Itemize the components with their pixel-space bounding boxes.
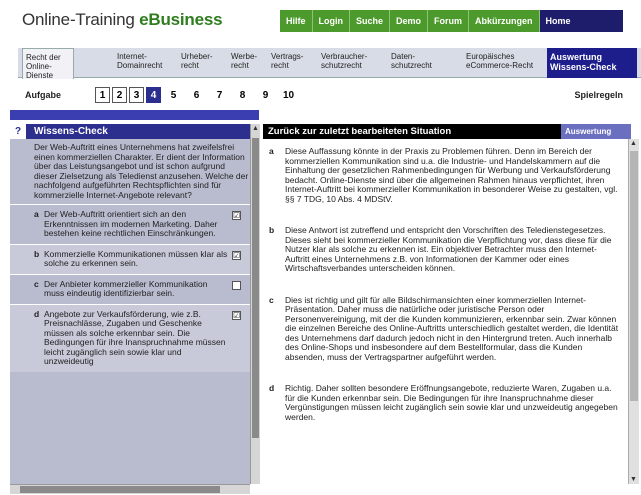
page-9[interactable]: 9 — [255, 87, 276, 103]
option-b-checkbox[interactable]: ☑ — [232, 250, 241, 260]
help-icon[interactable]: ? — [10, 124, 26, 139]
option-d-checkbox[interactable]: ☑ — [232, 310, 241, 320]
option-text: Kommerzielle Kommunikationen müssen klar… — [44, 248, 228, 268]
feedback-letter: b — [269, 225, 275, 235]
spielregeln-link[interactable]: Spielregeln — [574, 90, 623, 100]
page-4-current[interactable]: 4 — [146, 87, 161, 103]
nav-abkuerzungen[interactable]: Abkürzungen — [469, 10, 540, 32]
feedback-text: Diese Antwort ist zutreffend und entspri… — [285, 225, 612, 273]
option-letter: d — [34, 308, 40, 319]
page-7[interactable]: 7 — [209, 87, 230, 103]
option-a: a Der Web-Auftritt orientiert sich an de… — [10, 204, 259, 244]
option-c-checkbox[interactable] — [232, 280, 241, 290]
option-text: Der Web-Auftritt orientiert sich an den … — [44, 209, 218, 238]
option-d: d Angebote zur Verkaufsförderung, wie z.… — [10, 303, 259, 372]
option-text: Angebote zur Verkaufsförderung, wie z.B.… — [44, 308, 226, 366]
option-text: Der Anbieter kommerzieller Kommunikation… — [44, 278, 208, 298]
header: Online-Training eBusiness Hilfe Login Su… — [0, 0, 641, 38]
tab-internet-domainrecht[interactable]: Internet-Domainrecht — [114, 48, 170, 78]
tab-verbraucherschutzrecht[interactable]: Verbraucher-schutzrecht — [318, 48, 378, 78]
tab-europaeisches-ecommerce-recht[interactable]: Europäisches eCommerce-Recht — [463, 48, 541, 78]
page-2[interactable]: 2 — [112, 87, 127, 103]
option-b: b Kommerzielle Kommunikationen müssen kl… — [10, 243, 259, 274]
auswertung-tag[interactable]: Auswertung — [561, 124, 631, 139]
scroll-up-icon[interactable]: ▲ — [252, 125, 259, 132]
feedback-text: Richtig. Daher sollten besondere Eröffnu… — [285, 383, 618, 422]
feedback-d: d Richtig. Daher sollten besondere Eröff… — [263, 370, 628, 430]
nav-login[interactable]: Login — [312, 10, 351, 32]
question-text: Der Web-Auftritt eines Unternehmens hat … — [34, 142, 249, 200]
tab-auswertung-wissens-check[interactable]: Auswertung Wissens-Check — [547, 48, 637, 78]
brand-prefix: Online-Training — [22, 10, 140, 29]
brand-accent: eBusiness — [139, 10, 223, 29]
page-5[interactable]: 5 — [163, 87, 184, 103]
top-nav: Hilfe Login Suche Demo Forum Abkürzungen… — [280, 10, 623, 32]
brand-logo[interactable]: Online-Training eBusiness — [22, 10, 223, 30]
aufgabe-pagination: 1 2 3 4 5 6 7 8 9 10 — [95, 87, 301, 103]
wissens-check-panel: ? Wissens-Check Der Web-Auftritt eines U… — [10, 124, 259, 484]
left-scroll-thumb[interactable] — [252, 138, 259, 438]
page-3[interactable]: 3 — [129, 87, 144, 103]
feedback-b: b Diese Antwort ist zutreffend und entsp… — [263, 212, 628, 282]
option-letter: a — [34, 209, 39, 219]
horizontal-scroll-thumb[interactable] — [20, 486, 220, 493]
feedback-letter: d — [269, 383, 275, 393]
question-scroll-area[interactable]: Der Web-Auftritt eines Unternehmens hat … — [10, 139, 259, 484]
option-letter: b — [34, 248, 40, 259]
page-1[interactable]: 1 — [95, 87, 110, 103]
feedback-scroll-area[interactable]: a Diese Auffassung könnte in der Praxis … — [263, 139, 628, 484]
back-to-situation-link[interactable]: Zurück zur zuletzt bearbeiteten Situatio… — [268, 126, 451, 137]
feedback-letter: a — [269, 146, 274, 156]
tab-recht-der-online-dienste[interactable]: Recht der Online-Dienste — [22, 48, 74, 80]
feedback-letter: c — [269, 294, 274, 305]
tab-werberecht[interactable]: Werbe-recht — [228, 48, 264, 78]
scroll-down-icon[interactable]: ▼ — [630, 476, 637, 483]
nav-suche[interactable]: Suche — [350, 10, 391, 32]
option-c: c Der Anbieter kommerzieller Kommunikati… — [10, 273, 259, 304]
feedback-text: Diese Auffassung könnte in der Praxis zu… — [285, 146, 618, 204]
aufgabe-row: Aufgabe 1 2 3 4 5 6 7 8 9 10 Spielregeln — [25, 87, 641, 105]
feedback-c: c Dies ist richtig und gilt für alle Bil… — [263, 282, 628, 371]
nav-hilfe[interactable]: Hilfe — [280, 10, 313, 32]
right-vertical-scrollbar[interactable]: ▲ ▼ — [628, 139, 639, 484]
section-divider — [10, 110, 259, 120]
tab-datenschutzrecht[interactable]: Daten-schutzrecht — [388, 48, 438, 78]
wissens-check-title: Wissens-Check — [34, 126, 108, 137]
tab-vertragsrecht[interactable]: Vertrags-recht — [268, 48, 308, 78]
left-vertical-scrollbar[interactable]: ▲ — [250, 124, 260, 484]
nav-home[interactable]: Home — [539, 10, 623, 32]
tab-urheberrecht[interactable]: Urheber-recht — [178, 48, 216, 78]
wissens-check-header: ? Wissens-Check — [10, 124, 259, 139]
scroll-up-icon[interactable]: ▲ — [630, 140, 637, 147]
back-to-situation-header: Zurück zur zuletzt bearbeiteten Situatio… — [263, 124, 631, 139]
nav-forum[interactable]: Forum — [428, 10, 470, 32]
page-10[interactable]: 10 — [278, 87, 299, 103]
option-a-checkbox[interactable]: ☑ — [232, 211, 241, 220]
feedback-a: a Diese Auffassung könnte in der Praxis … — [263, 139, 628, 212]
aufgabe-label: Aufgabe — [25, 90, 61, 100]
left-horizontal-scrollbar[interactable] — [10, 484, 250, 494]
page-8[interactable]: 8 — [232, 87, 253, 103]
page-6[interactable]: 6 — [186, 87, 207, 103]
feedback-text: Dies ist richtig und gilt für alle Bilds… — [285, 294, 619, 362]
topic-tabbar: Recht der Online-Dienste Internet-Domain… — [18, 48, 641, 80]
nav-demo[interactable]: Demo — [390, 10, 429, 32]
option-letter: c — [34, 278, 39, 289]
right-scroll-thumb[interactable] — [630, 151, 638, 401]
